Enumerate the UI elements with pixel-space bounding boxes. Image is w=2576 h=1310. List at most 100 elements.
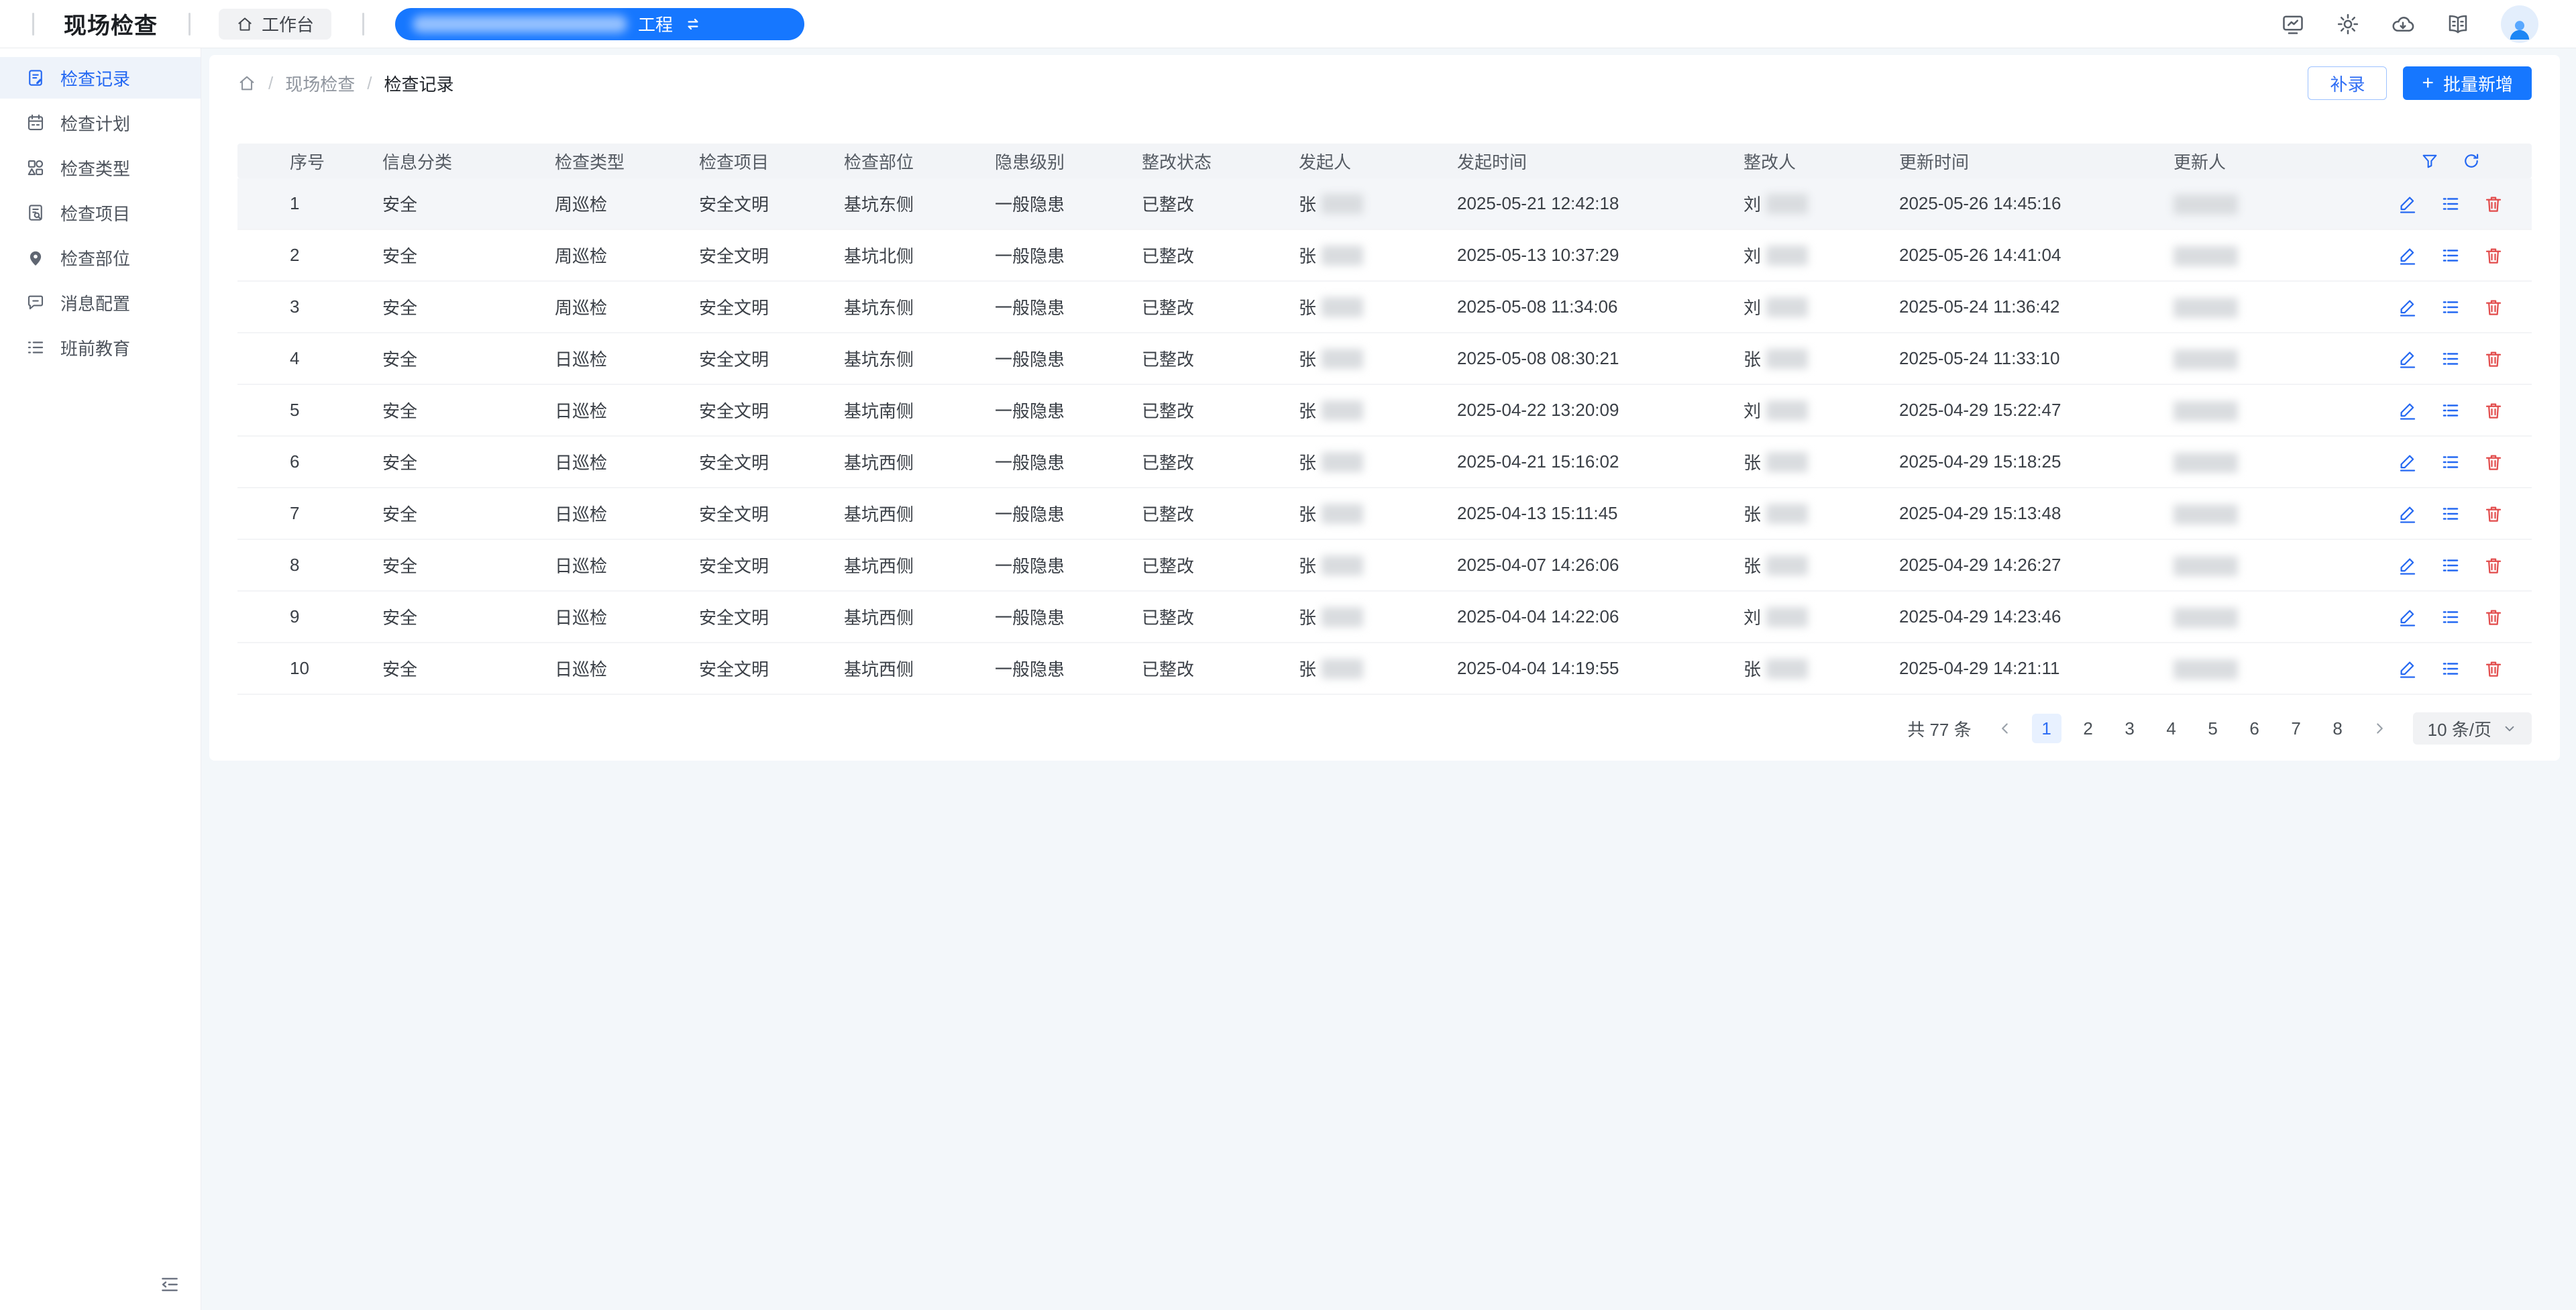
table-row[interactable]: 4安全日巡检安全文明基坑东侧一般隐患已整改张2025-05-08 08:30:2… bbox=[237, 333, 2532, 385]
redacted-name bbox=[1322, 349, 1363, 369]
edit-icon[interactable] bbox=[2398, 349, 2418, 369]
cell-status: 已整改 bbox=[1142, 501, 1299, 526]
cell-initiated-at: 2025-05-13 10:37:29 bbox=[1457, 245, 1743, 266]
sidebar-item-check-plans[interactable]: 检查计划 bbox=[0, 102, 201, 144]
workbench-button[interactable]: 工作台 bbox=[219, 9, 331, 40]
sidebar-item-pre-shift-education[interactable]: 班前教育 bbox=[0, 327, 201, 368]
delete-icon[interactable] bbox=[2483, 555, 2504, 576]
cell-updated-at: 2025-05-24 11:36:42 bbox=[1899, 296, 2174, 317]
table-row[interactable]: 10安全日巡检安全文明基坑西侧一般隐患已整改张2025-04-04 14:19:… bbox=[237, 643, 2532, 695]
edit-icon[interactable] bbox=[2398, 504, 2418, 524]
sidebar-item-message-config[interactable]: 消息配置 bbox=[0, 282, 201, 323]
edit-icon[interactable] bbox=[2398, 245, 2418, 266]
prev-page-button[interactable] bbox=[1990, 714, 2020, 743]
page-button-8[interactable]: 8 bbox=[2323, 714, 2353, 743]
cell-hazard-level: 一般隐患 bbox=[995, 294, 1142, 319]
page-button-2[interactable]: 2 bbox=[2074, 714, 2103, 743]
row-actions bbox=[2369, 555, 2532, 576]
cell-updater bbox=[2174, 554, 2369, 576]
breadcrumb-home-icon[interactable] bbox=[237, 74, 256, 93]
detail-icon[interactable] bbox=[2440, 194, 2461, 214]
settings-gear-icon[interactable] bbox=[2336, 12, 2360, 36]
app-title: 现场检查 bbox=[64, 7, 158, 40]
edit-icon[interactable] bbox=[2398, 555, 2418, 576]
page-size-select[interactable]: 10 条/页 bbox=[2413, 712, 2532, 745]
sidebar-item-label: 班前教育 bbox=[60, 335, 130, 360]
cell-category: 安全 bbox=[382, 346, 555, 371]
avatar[interactable] bbox=[2501, 5, 2538, 43]
delete-icon[interactable] bbox=[2483, 194, 2504, 214]
edit-icon[interactable] bbox=[2398, 297, 2418, 317]
cell-rectifier: 张 bbox=[1743, 501, 1899, 526]
batch-add-button[interactable]: + 批量新增 bbox=[2403, 66, 2532, 100]
delete-icon[interactable] bbox=[2483, 659, 2504, 679]
table-row[interactable]: 5安全日巡检安全文明基坑南侧一般隐患已整改张2025-04-22 13:20:0… bbox=[237, 385, 2532, 437]
redacted-name bbox=[1322, 504, 1363, 524]
detail-icon[interactable] bbox=[2440, 452, 2461, 472]
cell-initiator: 张 bbox=[1299, 346, 1457, 371]
next-page-button[interactable] bbox=[2365, 714, 2394, 743]
table-row[interactable]: 7安全日巡检安全文明基坑西侧一般隐患已整改张2025-04-13 15:11:4… bbox=[237, 488, 2532, 540]
edit-icon[interactable] bbox=[2398, 659, 2418, 679]
filter-icon[interactable] bbox=[2420, 152, 2439, 170]
table-row[interactable]: 9安全日巡检安全文明基坑西侧一般隐患已整改张2025-04-04 14:22:0… bbox=[237, 592, 2532, 643]
edit-icon[interactable] bbox=[2398, 607, 2418, 627]
edit-icon[interactable] bbox=[2398, 400, 2418, 421]
detail-icon[interactable] bbox=[2440, 297, 2461, 317]
page-button-5[interactable]: 5 bbox=[2198, 714, 2228, 743]
cell-initiated-at: 2025-04-07 14:26:06 bbox=[1457, 555, 1743, 576]
detail-icon[interactable] bbox=[2440, 504, 2461, 524]
delete-icon[interactable] bbox=[2483, 452, 2504, 472]
cell-check-type: 日巡检 bbox=[555, 553, 699, 578]
table-row[interactable]: 1安全周巡检安全文明基坑东侧一般隐患已整改张2025-05-21 12:42:1… bbox=[237, 178, 2532, 230]
edit-icon[interactable] bbox=[2398, 452, 2418, 472]
cell-check-type: 周巡检 bbox=[555, 191, 699, 216]
edit-icon[interactable] bbox=[2398, 194, 2418, 214]
table-row[interactable]: 2安全周巡检安全文明基坑北侧一般隐患已整改张2025-05-13 10:37:2… bbox=[237, 230, 2532, 282]
monitor-icon[interactable] bbox=[2281, 12, 2305, 36]
delete-icon[interactable] bbox=[2483, 297, 2504, 317]
delete-icon[interactable] bbox=[2483, 400, 2504, 421]
table-row[interactable]: 3安全周巡检安全文明基坑东侧一般隐患已整改张2025-05-08 11:34:0… bbox=[237, 282, 2532, 333]
detail-icon[interactable] bbox=[2440, 659, 2461, 679]
cell-updater bbox=[2174, 451, 2369, 472]
delete-icon[interactable] bbox=[2483, 245, 2504, 266]
row-actions bbox=[2369, 504, 2532, 524]
detail-icon[interactable] bbox=[2440, 555, 2461, 576]
detail-icon[interactable] bbox=[2440, 245, 2461, 266]
col-header-no: 序号 bbox=[237, 149, 382, 174]
page-button-1[interactable]: 1 bbox=[2032, 714, 2061, 743]
cell-check-item: 安全文明 bbox=[699, 656, 844, 681]
cloud-download-icon[interactable] bbox=[2391, 12, 2415, 36]
cell-check-type: 日巡检 bbox=[555, 604, 699, 629]
delete-icon[interactable] bbox=[2483, 607, 2504, 627]
page-button-6[interactable]: 6 bbox=[2240, 714, 2269, 743]
cell-status: 已整改 bbox=[1142, 294, 1299, 319]
sidebar-item-check-items[interactable]: 检查项目 bbox=[0, 192, 201, 233]
delete-icon[interactable] bbox=[2483, 504, 2504, 524]
page-button-4[interactable]: 4 bbox=[2157, 714, 2186, 743]
row-actions bbox=[2369, 400, 2532, 421]
breadcrumb-item[interactable]: 现场检查 bbox=[285, 71, 355, 96]
delete-icon[interactable] bbox=[2483, 349, 2504, 369]
detail-icon[interactable] bbox=[2440, 607, 2461, 627]
table-row[interactable]: 8安全日巡检安全文明基坑西侧一般隐患已整改张2025-04-07 14:26:0… bbox=[237, 540, 2532, 592]
refresh-icon[interactable] bbox=[2462, 152, 2481, 170]
sidebar-item-check-parts[interactable]: 检查部位 bbox=[0, 237, 201, 278]
sidebar-item-check-records[interactable]: 检查记录 bbox=[0, 57, 201, 99]
detail-icon[interactable] bbox=[2440, 400, 2461, 421]
project-switcher[interactable]: 工程 bbox=[395, 8, 804, 40]
table-row[interactable]: 6安全日巡检安全文明基坑西侧一般隐患已整改张2025-04-21 15:16:0… bbox=[237, 437, 2532, 488]
cell-check-part: 基坑东侧 bbox=[844, 346, 995, 371]
detail-icon[interactable] bbox=[2440, 349, 2461, 369]
sidebar-item-check-types[interactable]: 检查类型 bbox=[0, 147, 201, 188]
supplement-button[interactable]: 补录 bbox=[2308, 66, 2387, 100]
col-header-rectifier: 整改人 bbox=[1743, 149, 1899, 174]
redacted-name bbox=[2174, 298, 2238, 318]
cell-updater bbox=[2174, 296, 2369, 317]
page-button-3[interactable]: 3 bbox=[2115, 714, 2145, 743]
cell-check-type: 日巡检 bbox=[555, 656, 699, 681]
collapse-sidebar-button[interactable] bbox=[159, 1274, 183, 1298]
handbook-icon[interactable] bbox=[2446, 12, 2470, 36]
page-button-7[interactable]: 7 bbox=[2282, 714, 2311, 743]
